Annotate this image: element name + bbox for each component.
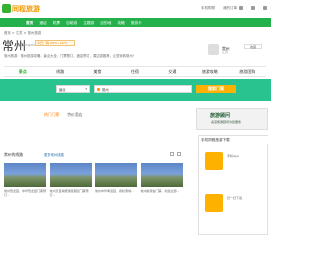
city-card-icon xyxy=(208,44,219,55)
app-tile[interactable] xyxy=(205,194,223,212)
route-image xyxy=(140,163,183,187)
hot-tabs: 热门门票 特价酒店 xyxy=(44,112,82,118)
site-logo[interactable]: 同程旅游 xyxy=(2,3,40,14)
app-tile-text: 手机App xyxy=(227,154,239,158)
nav-item[interactable]: 首页 xyxy=(26,21,33,26)
advisor-banner[interactable]: 旅游顾问 资深旅游顾问为您服务 xyxy=(196,108,268,130)
nav-item[interactable]: 自助游 xyxy=(66,21,77,26)
logo-text: 同程旅游 xyxy=(12,5,40,13)
chevron-down-icon: ▾ xyxy=(85,87,87,91)
route-image xyxy=(49,163,92,187)
download-title: 手机同程旅游下载 xyxy=(199,136,269,144)
advisor-subtitle: 资深旅游顾问为您服务 xyxy=(211,120,242,124)
tab-routes[interactable]: 线路 xyxy=(41,69,78,75)
tab-guide[interactable]: 旅游攻略 xyxy=(191,69,228,75)
nav-item[interactable]: 酒店 xyxy=(39,21,46,26)
search-band: 景点 ▾ 常州 搜索门票 xyxy=(0,79,271,101)
nav-item[interactable]: 机票 xyxy=(53,21,60,26)
route-card[interactable]: 常州中华孝道园、春秋淹城... xyxy=(95,163,137,203)
route-caption: 常州恐龙园、中华恐龙园门票预订... xyxy=(4,189,47,197)
tab-transport[interactable]: 交通 xyxy=(154,69,191,75)
nav-item[interactable]: 目的地 xyxy=(100,21,111,26)
prev-arrow-icon[interactable] xyxy=(170,152,174,156)
city-intro: 常州旅游：常州旅游攻略、景点大全、门票预订、酒店预订、周边游推荐，让您玩转常州！ xyxy=(4,54,136,58)
favorite-button[interactable]: 收藏 xyxy=(244,44,262,49)
location-pin-icon xyxy=(97,87,100,91)
tab-scenic[interactable]: 景点 xyxy=(4,69,41,75)
section-title: 常州的线路 xyxy=(4,152,23,157)
search-type-value: 景点 xyxy=(59,87,66,92)
search-input-value: 常州 xyxy=(102,87,109,92)
more-link[interactable]: 更多常州线路 xyxy=(44,152,64,157)
weather-badge: 今日：晴 24°C~16°C xyxy=(35,40,75,46)
hot-tab-hotels[interactable]: 特价酒店 xyxy=(67,112,82,118)
top-icons xyxy=(239,6,267,10)
phone-icon[interactable] xyxy=(251,6,255,10)
search-input[interactable]: 常州 xyxy=(94,85,192,93)
nav-item[interactable]: 攻略 xyxy=(117,21,124,26)
breadcrumb: 首页 > 江苏 > 常州旅游 xyxy=(4,31,42,35)
advisor-title: 旅游顾问 xyxy=(210,113,231,119)
top-link[interactable]: 我的订单 xyxy=(223,6,237,11)
search-type-dropdown[interactable]: 景点 ▾ xyxy=(56,85,90,93)
app-tile[interactable] xyxy=(205,152,223,170)
tab-food[interactable]: 美食 xyxy=(79,69,116,75)
city-card: 常州 江苏 收藏 xyxy=(198,40,268,62)
route-image xyxy=(4,163,46,187)
route-card[interactable]: 常州嬉戏谷门票、动漫主题... xyxy=(140,163,183,203)
app-tile-text: 扫一扫下载 xyxy=(227,196,243,200)
next-arrow-icon[interactable] xyxy=(177,152,181,156)
route-caption: 常州中华孝道园、春秋淹城... xyxy=(95,189,134,193)
route-card[interactable]: 常州天目湖旅游度假区门票预订... xyxy=(49,163,92,203)
city-card-sub: 江苏 xyxy=(222,50,229,54)
tab-groupbuy[interactable]: 旅游团购 xyxy=(229,69,266,75)
content-tabs: 景点 线路 美食 住宿 交通 旅游攻略 旅游团购 xyxy=(4,66,266,77)
user-icon[interactable] xyxy=(239,6,243,10)
top-link[interactable]: 手机购物 xyxy=(201,6,215,11)
nav-item[interactable]: 旅游卡 xyxy=(131,21,142,26)
route-caption: 常州天目湖旅游度假区门票预订... xyxy=(49,189,89,197)
route-card[interactable]: 常州恐龙园、中华恐龙园门票预订... xyxy=(4,163,46,203)
search-button[interactable]: 搜索门票 xyxy=(196,85,236,93)
route-caption: 常州嬉戏谷门票、动漫主题... xyxy=(140,189,180,193)
nav-item[interactable]: 主题游 xyxy=(83,21,94,26)
top-links: 手机购物 我的订单 xyxy=(201,6,237,11)
route-image xyxy=(95,163,137,187)
download-panel: 手机同程旅游下载 手机App 扫一扫下载 xyxy=(198,135,269,235)
route-gallery: 常州恐龙园、中华恐龙园门票预订... 常州天目湖旅游度假区门票预订... 常州中… xyxy=(4,163,183,203)
heart-icon[interactable] xyxy=(263,6,267,10)
tab-hotel[interactable]: 住宿 xyxy=(116,69,153,75)
topbar: 同程旅游 手机购物 我的订单 xyxy=(0,0,271,18)
logo-mark-icon xyxy=(2,4,11,13)
nav-items: 首页 酒店 机票 自助游 主题游 目的地 攻略 旅游卡 xyxy=(26,21,142,26)
hot-tab-tickets[interactable]: 热门门票 xyxy=(44,112,59,118)
main-nav: 首页 酒店 机票 自助游 主题游 目的地 攻略 旅游卡 xyxy=(0,18,271,27)
carousel-arrows xyxy=(170,152,181,156)
